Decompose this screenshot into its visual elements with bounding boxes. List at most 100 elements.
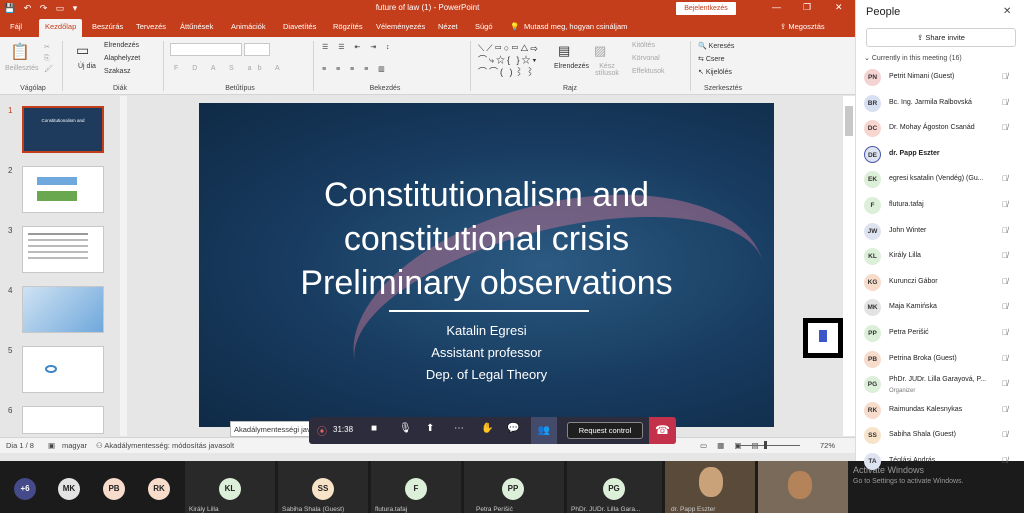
- gallery-avatar[interactable]: RK: [148, 478, 170, 500]
- share-screen-icon[interactable]: ⬆: [426, 423, 434, 434]
- participant-tile[interactable]: PP Petra Perišić: [464, 461, 564, 513]
- new-slide-icon[interactable]: ▭: [76, 42, 89, 59]
- tab-animations[interactable]: Animációk: [231, 22, 266, 31]
- participant-tile[interactable]: F flutura.tafaj: [371, 461, 461, 513]
- font-format-buttons[interactable]: F D A S ab A: [174, 65, 286, 72]
- slide-scrollbar[interactable]: [843, 96, 855, 436]
- tab-slideshow[interactable]: Diavetítés: [283, 22, 316, 31]
- tab-design[interactable]: Tervezés: [136, 22, 166, 31]
- participant-row[interactable]: EK egresi ksatalin (Vendég) (Gu... 🎙̸: [856, 168, 1024, 192]
- clipboard-small-icons[interactable]: ✂ ⎘ 🖌: [44, 42, 53, 75]
- raise-hand-icon[interactable]: ✋: [481, 423, 493, 434]
- participant-tile[interactable]: SS Sabiha Shala (Guest): [278, 461, 368, 513]
- gallery-avatar[interactable]: MK: [58, 478, 80, 500]
- tab-help[interactable]: Súgó: [475, 22, 493, 31]
- shape-outline-button[interactable]: Körvonal: [632, 55, 660, 62]
- tab-transitions[interactable]: Áttűnések: [180, 22, 213, 31]
- close-icon[interactable]: ✕: [835, 2, 843, 13]
- arrange-button[interactable]: Elrendezés: [554, 63, 589, 70]
- thumbnail-slide-6[interactable]: [22, 406, 104, 434]
- share-button[interactable]: ⇪ Megosztás: [780, 22, 825, 31]
- participant-row[interactable]: PG PhDr. JUDr. Lilla Garayová, P... Organi…: [856, 373, 1024, 397]
- participant-row[interactable]: JW John Winter 🎙̸: [856, 220, 1024, 244]
- thumbnail-slide-2[interactable]: [22, 166, 104, 213]
- share-invite-button[interactable]: ⇪ Share invite: [866, 28, 1016, 47]
- accessibility-status[interactable]: ⚇ Akadálymentesség: módosítás javasolt: [96, 441, 234, 450]
- participants-icon[interactable]: 👥: [531, 417, 557, 444]
- select-button[interactable]: ↖ Kijelölés: [698, 68, 732, 76]
- video-tile[interactable]: [758, 461, 848, 513]
- participant-row[interactable]: RK Raimundas Kalesnykas 🎙̸: [856, 399, 1024, 423]
- shape-fill-button[interactable]: Kitöltés: [632, 42, 655, 49]
- zoom-slider[interactable]: [740, 445, 800, 446]
- quick-styles-icon[interactable]: ▨: [594, 43, 606, 59]
- bookmark-widget[interactable]: [803, 318, 843, 358]
- thumbnail-slide-4[interactable]: [22, 286, 104, 333]
- language-indicator[interactable]: magyar: [62, 441, 87, 450]
- participant-tile[interactable]: PG PhDr. JUDr. Lilla Gara...: [567, 461, 662, 513]
- call-timer: 31:38: [333, 425, 354, 434]
- participant-row[interactable]: KL Király Lilla 🎙̸: [856, 245, 1024, 269]
- shapes-gallery[interactable]: ⟍⟋▭○▭△⇨ ⌒⤷☆{ }☆▾ ⌒⌒( )⌇⌇: [478, 42, 540, 78]
- slide-canvas[interactable]: Constitutionalism and constitutional cri…: [199, 103, 774, 427]
- align-buttons[interactable]: ≡ ≡ ≡ ≡ ▥: [322, 65, 389, 73]
- font-size-select[interactable]: [244, 43, 270, 56]
- gallery-avatar[interactable]: PB: [103, 478, 125, 500]
- paragraph-buttons[interactable]: ☰ ☰ ⇤ ⇥ ↕: [322, 43, 394, 51]
- mic-off-icon[interactable]: 🎙: [399, 423, 412, 434]
- spelling-icon[interactable]: ▣: [48, 441, 55, 450]
- login-button[interactable]: Bejelentkezés: [676, 2, 736, 15]
- new-slide-button[interactable]: Új dia: [78, 63, 96, 70]
- participant-row[interactable]: PP Petra Perišić 🎙̸: [856, 322, 1024, 346]
- tab-home[interactable]: Kezdőlap: [39, 19, 83, 37]
- paste-button[interactable]: Beillesztés: [5, 65, 38, 72]
- shape-effects-button[interactable]: Effektusok: [632, 68, 665, 75]
- tell-me-search[interactable]: Mutasd meg, hogyan csináljam: [524, 22, 627, 31]
- more-icon[interactable]: ⋯: [454, 423, 464, 434]
- request-control-button[interactable]: Request control: [567, 422, 643, 439]
- thumbnails-scrollbar[interactable]: [120, 96, 127, 436]
- tab-review[interactable]: Véleményezés: [376, 22, 425, 31]
- find-button[interactable]: 🔍 Keresés: [698, 42, 734, 50]
- participant-row[interactable]: Fflutura.tafaj 🎙̸: [856, 194, 1024, 218]
- participant-tile[interactable]: KL Király Lilla: [185, 461, 275, 513]
- participant-row[interactable]: MK Maja Kamińska 🎙̸: [856, 296, 1024, 320]
- chat-icon[interactable]: 💬: [507, 423, 519, 434]
- thumbnail-slide-3[interactable]: [22, 226, 104, 273]
- paste-icon[interactable]: 📋: [10, 42, 30, 62]
- participant-row[interactable]: PN Petrit Nimani (Guest) 🎙̸: [856, 66, 1024, 90]
- section-button[interactable]: Szakasz: [104, 68, 130, 75]
- font-name-select[interactable]: [170, 43, 242, 56]
- tab-view[interactable]: Nézet: [438, 22, 458, 31]
- overflow-participants[interactable]: +6: [14, 478, 36, 500]
- meeting-section-header[interactable]: ⌄ Currently in this meeting (16): [864, 54, 962, 62]
- layout-button[interactable]: Elrendezés: [104, 42, 139, 49]
- mic-muted-icon: 🎙̸: [1002, 353, 1008, 363]
- participant-row[interactable]: PB Petrina Broka (Guest) 🎙̸: [856, 348, 1024, 372]
- participant-row[interactable]: DE dr. Papp Eszter: [856, 143, 1024, 167]
- reset-button[interactable]: Alaphelyzet: [104, 55, 140, 62]
- thumbnail-slide-5[interactable]: [22, 346, 104, 393]
- replace-button[interactable]: ⇆ Csere: [698, 55, 725, 63]
- participant-row[interactable]: TA Téglási András 🎙̸: [856, 450, 1024, 474]
- arrange-icon[interactable]: ▤: [558, 43, 570, 59]
- minimize-icon[interactable]: —: [772, 2, 781, 12]
- video-tile[interactable]: dr. Papp Eszter: [665, 461, 755, 513]
- quick-styles-button[interactable]: Kész stílusok: [592, 63, 622, 77]
- camera-icon[interactable]: ■: [371, 423, 377, 434]
- participant-row[interactable]: SS Sabiha Shala (Guest) 🎙̸: [856, 424, 1024, 448]
- scrollbar-thumb[interactable]: [845, 106, 853, 136]
- tab-record[interactable]: Rögzítés: [333, 22, 363, 31]
- participant-row[interactable]: DC Dr. Mohay Ágoston Csanád 🎙̸: [856, 117, 1024, 141]
- participant-row[interactable]: BR Bc. Ing. Jarmila Ralbovská 🎙̸: [856, 92, 1024, 116]
- zoom-level[interactable]: 72%: [820, 441, 835, 450]
- tab-file[interactable]: Fájl: [10, 22, 22, 31]
- participant-row[interactable]: KG Kurunczi Gábor 🎙̸: [856, 271, 1024, 295]
- close-icon[interactable]: ✕: [1003, 6, 1011, 17]
- mic-muted-icon: 🎙̸: [1002, 379, 1008, 389]
- tab-insert[interactable]: Beszúrás: [92, 22, 123, 31]
- thumbnail-slide-1[interactable]: Constitutionalism and: [22, 106, 104, 153]
- hang-up-icon[interactable]: ☎: [649, 417, 676, 444]
- restore-icon[interactable]: ❐: [803, 2, 811, 13]
- zoom-thumb[interactable]: [764, 441, 767, 449]
